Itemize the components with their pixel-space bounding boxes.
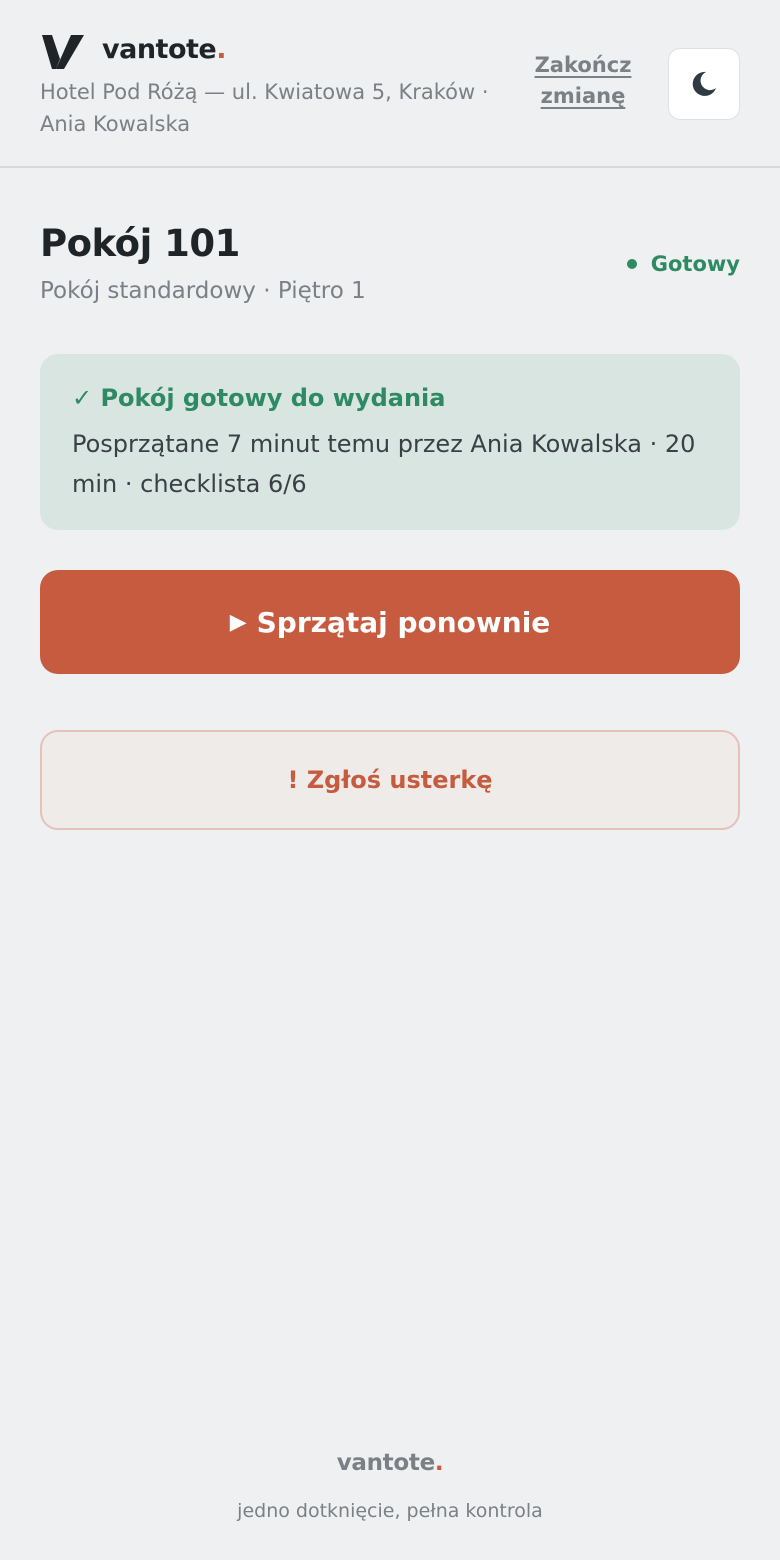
room-title: Pokój 101 — [40, 222, 240, 265]
report-issue-label: ! Zgłoś usterkę — [287, 766, 493, 794]
status-label: Gotowy — [650, 252, 740, 276]
brand-name: vantote. — [102, 34, 226, 65]
footer-tagline: jedno dotknięcie, pełna kontrola — [237, 1500, 543, 1522]
play-icon: ▶ — [229, 609, 247, 635]
status-dot-icon — [626, 259, 637, 269]
report-issue-button[interactable]: ! Zgłoś usterkę — [40, 730, 740, 830]
ready-card-title: ✓ Pokój gotowy do wydania — [72, 384, 446, 412]
room-subtitle: Pokój standardowy · Piętro 1 — [40, 278, 366, 304]
checkmark-icon: ✓ — [72, 384, 93, 412]
app-header: vantote. Hotel Pod Różą — ul. Kwiatowa 5… — [0, 0, 780, 168]
end-shift-link[interactable]: Zakończ zmianę — [522, 50, 644, 112]
moon-icon — [692, 71, 716, 96]
status-badge: Gotowy — [626, 252, 740, 276]
clean-again-label: Sprzątaj ponownie — [256, 605, 551, 639]
ready-card-detail: Posprzątane 7 minut temu przez Ania Kowa… — [72, 430, 696, 498]
theme-toggle-button[interactable] — [668, 48, 740, 120]
clean-again-button[interactable]: ▶ Sprzątaj ponownie — [40, 570, 740, 674]
vantote-logo-icon — [42, 35, 84, 69]
room-ready-card: ✓ Pokój gotowy do wydania Posprzątane 7 … — [40, 354, 740, 530]
footer-brand: vantote. — [336, 1450, 444, 1476]
hotel-and-user-info: Hotel Pod Różą — ul. Kwiatowa 5, Kraków … — [40, 80, 489, 136]
